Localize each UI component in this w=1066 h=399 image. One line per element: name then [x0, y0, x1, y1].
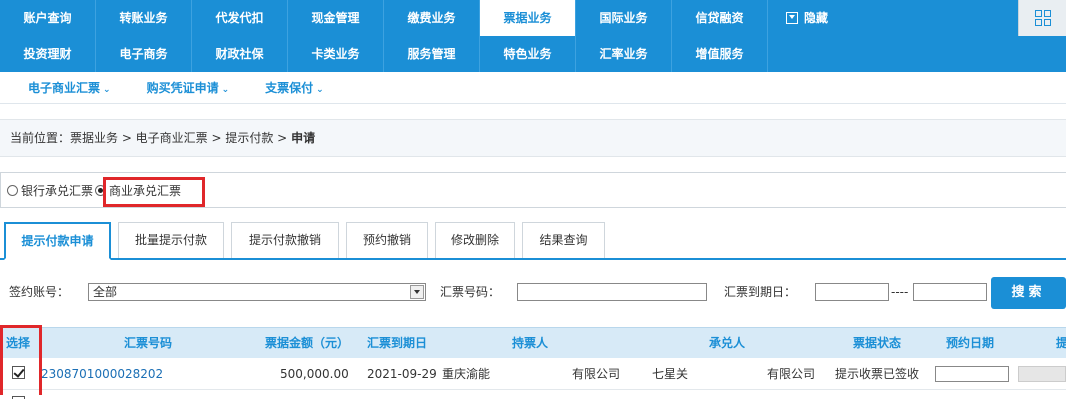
nav-item-investment[interactable]: 投资理财	[0, 36, 96, 72]
nav-item-value-added[interactable]: 增值服务	[672, 36, 768, 72]
nav-item-ecommerce[interactable]: 电子商务	[96, 36, 192, 72]
collapse-icon	[786, 12, 798, 24]
due-date-label: 汇票到期日：	[724, 285, 797, 299]
nav-row-1: 账户查询 转账业务 代发代扣 现金管理 缴费业务 票据业务 国际业务 信贷融资 …	[0, 0, 878, 36]
highlight-box	[0, 325, 42, 395]
highlight-box	[103, 177, 205, 207]
header-status: 票据状态	[853, 336, 902, 350]
header-due-date: 汇票到期日	[367, 336, 428, 350]
account-select-value: 全部	[93, 285, 118, 299]
tab-modify-delete[interactable]: 修改删除	[435, 222, 515, 258]
nav-item-featured[interactable]: 特色业务	[480, 36, 576, 72]
nav-item-credit[interactable]: 信贷融资	[672, 0, 768, 36]
row-holder-suffix: 有限公司	[572, 367, 621, 381]
breadcrumb-current: 申请	[291, 131, 316, 145]
grid-icon	[1034, 10, 1051, 26]
radio-label: 银行承兑汇票	[21, 183, 94, 198]
tab-batch-payment[interactable]: 批量提示付款	[118, 222, 224, 258]
row-due-date: 2021-09-29	[367, 367, 437, 381]
nav-item-social-security[interactable]: 财政社保	[192, 36, 288, 72]
row-appointment-date-input[interactable]	[935, 366, 1009, 382]
due-date-start-input[interactable]	[815, 283, 889, 301]
subnav-cheque-guarantee[interactable]: 支票保付 ⌄	[265, 72, 324, 103]
breadcrumb-path: 当前位置：票据业务 > 电子商业汇票 > 提示付款 >	[10, 131, 292, 145]
subnav-label: 支票保付	[265, 81, 314, 95]
row-amount: 500,000.00	[280, 367, 349, 381]
header-acceptor: 承兑人	[709, 336, 746, 350]
tab-result-query[interactable]: 结果查询	[522, 222, 605, 258]
row-acceptor-name: 七星关	[652, 367, 689, 381]
account-select[interactable]: 全部	[88, 283, 426, 301]
due-date-end-input[interactable]	[913, 283, 987, 301]
tab-bar: 提示付款申请 批量提示付款 提示付款撤销 预约撤销 修改删除 结果查询	[0, 222, 1066, 260]
chevron-down-icon: ⌄	[103, 85, 111, 95]
tab-payment-request[interactable]: 提示付款申请	[4, 222, 111, 260]
table-row	[0, 391, 1066, 399]
tab-payment-revoke[interactable]: 提示付款撤销	[231, 222, 339, 258]
nav-item-fx[interactable]: 汇率业务	[576, 36, 672, 72]
subnav-buy-voucher[interactable]: 购买凭证申请 ⌄	[147, 72, 230, 103]
nav-item-international[interactable]: 国际业务	[576, 0, 672, 36]
chevron-down-icon: ⌄	[316, 85, 324, 95]
nav-hide-toggle[interactable]: 隐藏	[768, 0, 878, 36]
nav-hide-label: 隐藏	[804, 11, 829, 25]
subnav-electronic-commercial-draft[interactable]: 电子商业汇票 ⌄	[28, 72, 111, 103]
nav-item-notes[interactable]: 票据业务	[480, 0, 576, 36]
app-grid-button[interactable]	[1018, 0, 1066, 36]
bill-no-label: 汇票号码：	[440, 285, 501, 299]
top-nav: 账户查询 转账业务 代发代扣 现金管理 缴费业务 票据业务 国际业务 信贷融资 …	[0, 0, 1066, 72]
subnav-label: 电子商业汇票	[28, 81, 101, 95]
radio-bank-acceptance[interactable]: 银行承兑汇票	[7, 182, 93, 199]
breadcrumb: 当前位置：票据业务 > 电子商业汇票 > 提示付款 > 申请	[0, 119, 1066, 157]
account-label: 签约账号：	[9, 285, 70, 299]
header-holder: 持票人	[512, 336, 549, 350]
nav-item-bill-payment[interactable]: 缴费业务	[384, 0, 480, 36]
chevron-down-icon	[410, 285, 424, 299]
row-acceptor-suffix: 有限公司	[767, 367, 816, 381]
header-amount: 票据金额（元）	[265, 336, 350, 350]
nav-item-account-query[interactable]: 账户查询	[0, 0, 96, 36]
nav-item-cards[interactable]: 卡类业务	[288, 36, 384, 72]
search-form: 签约账号： 全部 汇票号码： 汇票到期日： ---- 搜索	[0, 275, 1066, 309]
row-submit-button[interactable]	[1018, 366, 1066, 382]
nav-item-cash-management[interactable]: 现金管理	[288, 0, 384, 36]
search-button[interactable]: 搜索	[991, 277, 1066, 309]
table-row: 2308701000028202 500,000.00 2021-09-29 重…	[0, 358, 1066, 390]
subnav-label: 购买凭证申请	[146, 81, 219, 95]
nav-item-transfer[interactable]: 转账业务	[96, 0, 192, 36]
date-range-separator: ----	[891, 285, 909, 299]
table-header: 选择 汇票号码 票据金额（元） 汇票到期日 持票人 承兑人 票据状态 预约日期 …	[0, 327, 1066, 358]
row-bill-no-link[interactable]: 2308701000028202	[41, 358, 163, 390]
row-holder-name: 重庆渝能	[442, 367, 491, 381]
header-submit: 提	[1056, 336, 1066, 350]
tab-appointment-revoke[interactable]: 预约撤销	[346, 222, 428, 258]
radio-circle-icon	[7, 184, 18, 196]
header-appointment-date: 预约日期	[946, 336, 995, 350]
header-bill-no: 汇票号码	[124, 336, 173, 350]
bill-no-input[interactable]	[517, 283, 707, 301]
chevron-down-icon: ⌄	[221, 85, 230, 95]
row-status: 提示收票已签收	[835, 367, 920, 381]
nav-item-payroll[interactable]: 代发代扣	[192, 0, 288, 36]
sub-nav: 电子商业汇票 ⌄ 购买凭证申请 ⌄ 支票保付 ⌄	[0, 72, 1066, 104]
nav-item-service-management[interactable]: 服务管理	[384, 36, 480, 72]
nav-row-2: 投资理财 电子商务 财政社保 卡类业务 服务管理 特色业务 汇率业务 增值服务	[0, 36, 768, 72]
